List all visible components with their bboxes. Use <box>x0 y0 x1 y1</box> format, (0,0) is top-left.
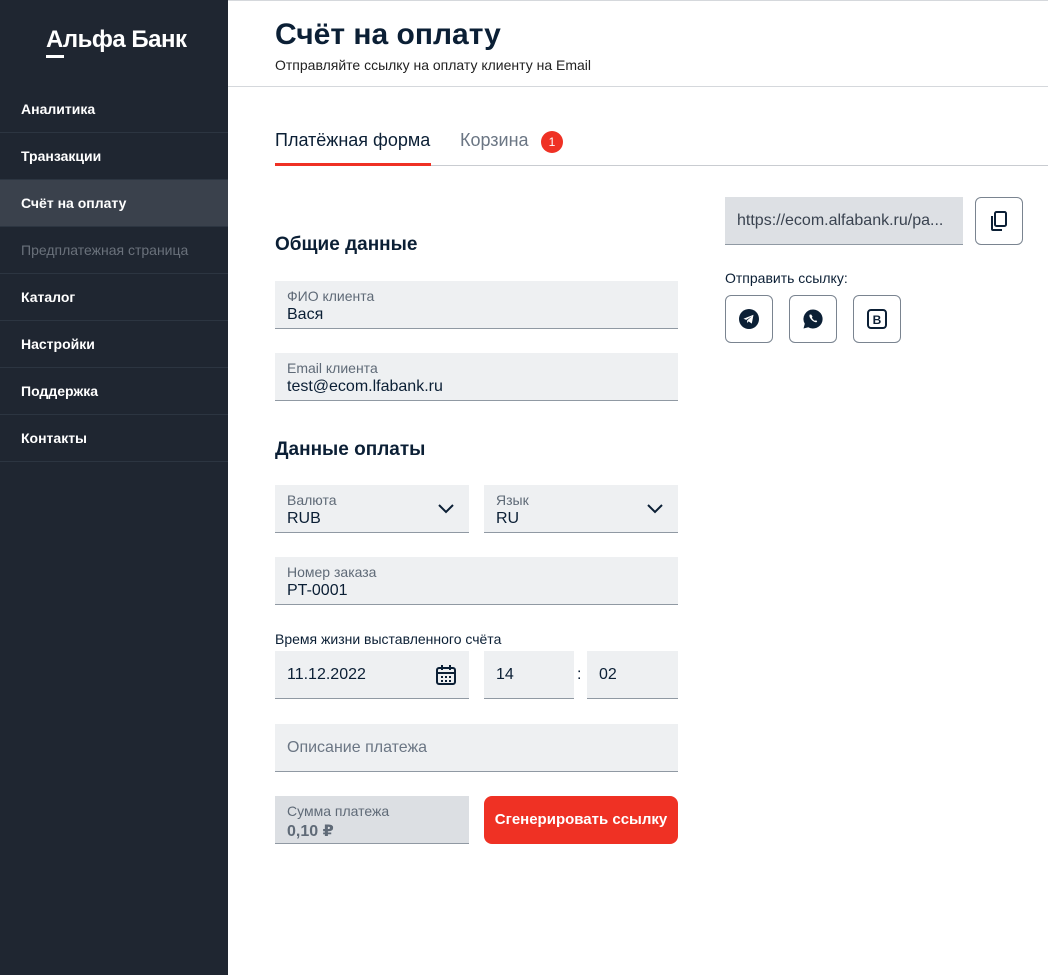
client-email-field[interactable]: Email клиента test@ecom.lfabank.ru <box>275 353 678 401</box>
order-number-value[interactable]: PT-0001 <box>287 582 347 600</box>
hours-field[interactable]: 14 <box>484 651 574 699</box>
currency-label: Валюта <box>287 492 337 508</box>
vk-glyph: B <box>873 313 882 327</box>
send-link-label: Отправить ссылку: <box>725 270 848 286</box>
date-value[interactable]: 11.12.2022 <box>287 666 366 684</box>
sidebar-item-analytics[interactable]: Аналитика <box>0 86 228 133</box>
payment-description-field[interactable]: Описание платежа <box>275 724 678 772</box>
time-separator: : <box>577 666 582 683</box>
chevron-down-icon <box>647 504 663 514</box>
sidebar-item-contacts[interactable]: Контакты <box>0 415 228 462</box>
share-whatsapp-button[interactable] <box>789 295 837 343</box>
client-name-field[interactable]: ФИО клиента Вася <box>275 281 678 329</box>
general-data-title: Общие данные <box>275 234 418 255</box>
payment-link-field[interactable]: https://ecom.alfabank.ru/pa... <box>725 197 963 245</box>
minutes-value[interactable]: 02 <box>599 666 617 684</box>
page-title: Счёт на оплату <box>275 18 501 51</box>
payment-description-placeholder: Описание платежа <box>287 739 428 756</box>
tabs: Платёжная форма Корзина 1 <box>275 119 1048 166</box>
sidebar-nav: Аналитика Транзакции Счёт на оплату Пред… <box>0 86 228 462</box>
whatsapp-icon <box>803 309 823 329</box>
payment-amount-field: Сумма платежа 0,10 ₽ <box>275 796 469 844</box>
sidebar-item-catalog[interactable]: Каталог <box>0 274 228 321</box>
calendar-icon[interactable] <box>435 664 457 686</box>
active-tab-indicator <box>275 163 431 166</box>
generate-link-button[interactable]: Сгенерировать ссылку <box>484 796 678 844</box>
minutes-field[interactable]: 02 <box>587 651 678 699</box>
payment-amount-value: 0,10 ₽ <box>287 823 334 840</box>
sidebar-item-prepayment-page: Предплатежная страница <box>0 227 228 274</box>
copy-link-button[interactable] <box>975 197 1023 245</box>
currency-select[interactable]: Валюта RUB <box>275 485 469 533</box>
main-content: Счёт на оплату Отправляйте ссылку на опл… <box>228 0 1048 975</box>
invoice-lifetime-label: Время жизни выставленного счёта <box>275 631 502 647</box>
hours-value[interactable]: 14 <box>496 666 514 684</box>
page-header: Счёт на оплату Отправляйте ссылку на опл… <box>228 0 1048 87</box>
sidebar: Альфа Банк Аналитика Транзакции Счёт на … <box>0 0 228 975</box>
client-name-label: ФИО клиента <box>287 288 375 304</box>
client-email-label: Email клиента <box>287 360 378 376</box>
sidebar-item-transactions[interactable]: Транзакции <box>0 133 228 180</box>
sidebar-item-settings[interactable]: Настройки <box>0 321 228 368</box>
chevron-down-icon <box>438 504 454 514</box>
tab-cart[interactable]: Корзина <box>460 130 529 151</box>
currency-value: RUB <box>287 510 321 527</box>
payment-link-value: https://ecom.alfabank.ru/pa... <box>737 212 944 229</box>
language-label: Язык <box>496 492 529 508</box>
telegram-icon <box>739 309 759 329</box>
vk-icon: B <box>867 309 887 329</box>
language-select[interactable]: Язык RU <box>484 485 678 533</box>
order-number-label: Номер заказа <box>287 564 377 580</box>
logo-underline <box>46 55 64 58</box>
payment-data-title: Данные оплаты <box>275 439 426 460</box>
payment-amount-label: Сумма платежа <box>287 803 390 819</box>
order-number-field[interactable]: Номер заказа PT-0001 <box>275 557 678 605</box>
share-telegram-button[interactable] <box>725 295 773 343</box>
share-vk-button[interactable]: B <box>853 295 901 343</box>
page-subtitle: Отправляйте ссылку на оплату клиенту на … <box>275 57 592 73</box>
sidebar-item-invoice[interactable]: Счёт на оплату <box>0 180 228 227</box>
client-name-value[interactable]: Вася <box>287 306 323 324</box>
copy-icon <box>991 211 1007 231</box>
tab-payment-form[interactable]: Платёжная форма <box>275 130 430 151</box>
language-value: RU <box>496 510 520 527</box>
date-field[interactable]: 11.12.2022 <box>275 651 469 699</box>
alfa-bank-logo[interactable]: Альфа Банк <box>46 26 187 54</box>
sidebar-item-support[interactable]: Поддержка <box>0 368 228 415</box>
client-email-value[interactable]: test@ecom.lfabank.ru <box>287 378 443 396</box>
cart-count-badge: 1 <box>541 131 563 153</box>
